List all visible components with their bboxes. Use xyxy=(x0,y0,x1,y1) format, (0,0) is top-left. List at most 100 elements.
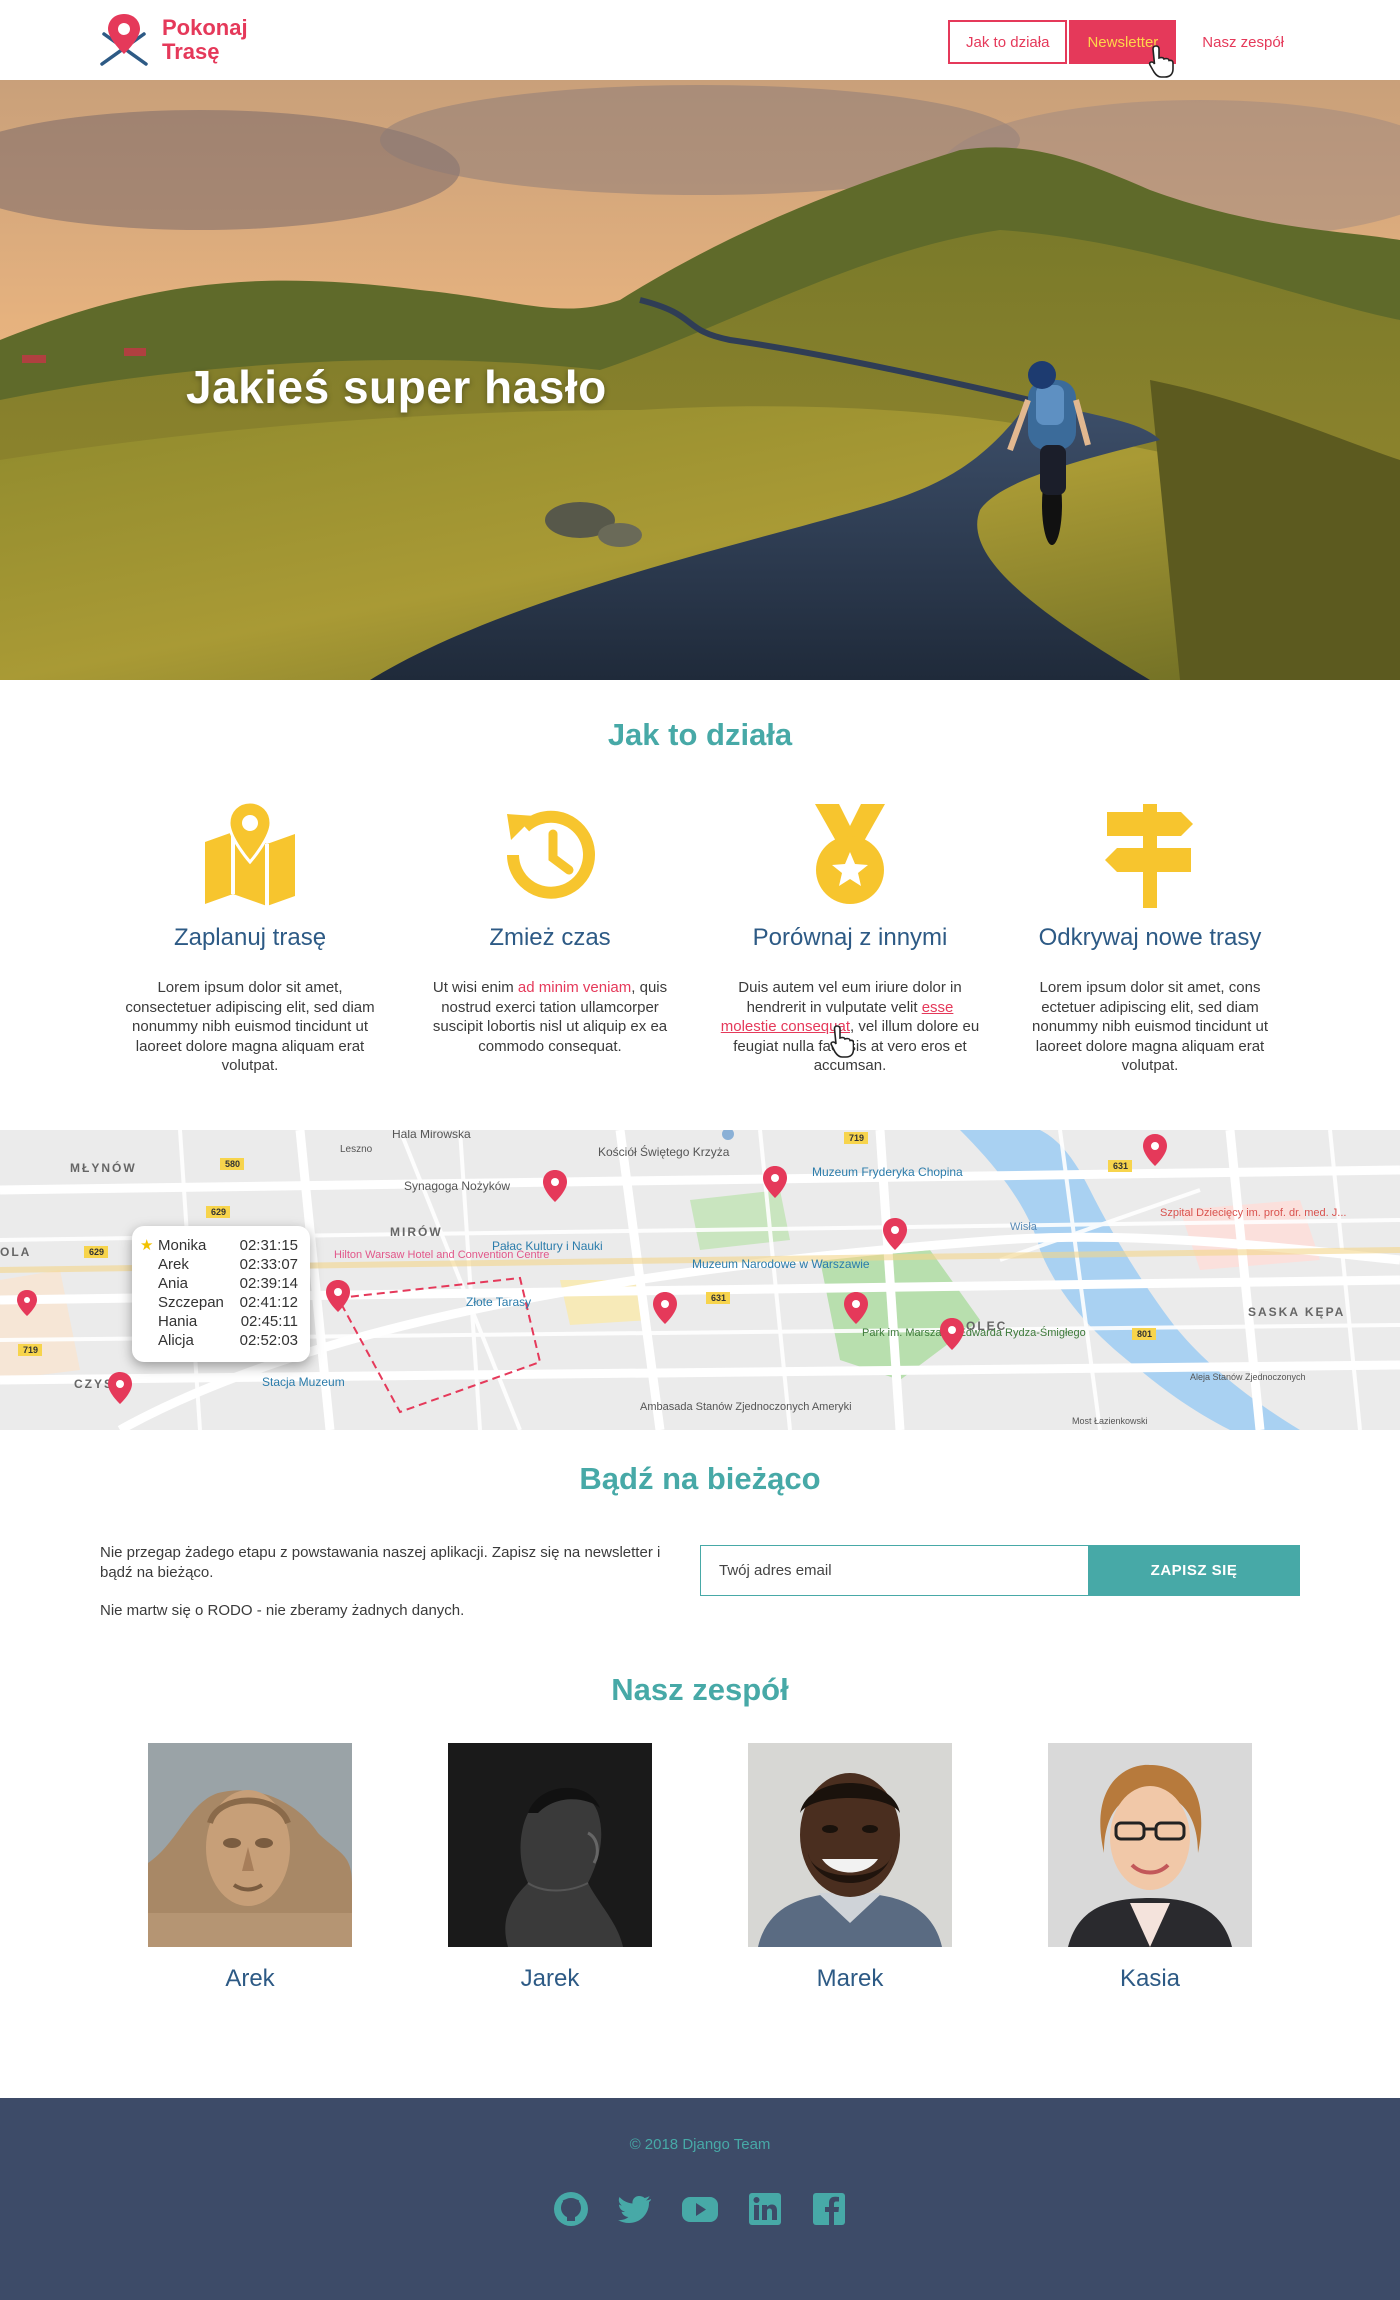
social-links xyxy=(552,2190,848,2230)
nav-how-it-works[interactable]: Jak to działa xyxy=(948,20,1068,64)
leaderboard-name: Ania xyxy=(158,1275,189,1292)
road-shield: 719 xyxy=(23,1345,38,1355)
member-name: Kasia xyxy=(1119,1965,1181,1992)
feature-text-pre: Ut wisi enim xyxy=(432,979,518,996)
leaderboard-row: Hania 02:45:11 xyxy=(140,1312,298,1331)
leaderboard-row: Szczepan 02:41:12 xyxy=(140,1293,298,1312)
logo-line-2: Trasę xyxy=(162,39,220,64)
nav-team[interactable]: Nasz zespół xyxy=(1186,20,1300,64)
logo-pin-icon xyxy=(100,14,148,66)
newsletter-text-2: Nie martw się o RODO - nie zberamy żadny… xyxy=(100,1602,465,1619)
feature-text: Lorem ipsum dolor sit amet, consectetuer… xyxy=(125,979,375,1074)
leaderboard-time: 02:41:12 xyxy=(239,1294,298,1311)
leaderboard-name: Monika xyxy=(158,1237,207,1254)
feature-title: Zmież czas xyxy=(489,924,611,951)
team-member: Marek xyxy=(748,1743,952,1993)
feature-text: Lorem ipsum dolor sit amet, cons ectetue… xyxy=(1032,979,1268,1074)
twitter-icon[interactable] xyxy=(617,2190,655,2228)
road-shield: 629 xyxy=(211,1207,226,1217)
copyright: © 2018 Django Team xyxy=(629,2136,771,2153)
facebook-icon[interactable] xyxy=(810,2190,848,2228)
member-name: Arek xyxy=(225,1965,275,1992)
map-icon xyxy=(205,800,295,906)
leaderboard-name: Szczepan xyxy=(158,1294,224,1311)
road-shield: 631 xyxy=(711,1293,726,1303)
logo-text: Pokonaj Trasę xyxy=(162,16,248,64)
member-name: Marek xyxy=(816,1965,884,1992)
map-label: MŁYNÓW xyxy=(70,1160,137,1175)
newsletter-text-1: Nie przegap żadego etapu z powstawania n… xyxy=(100,1544,661,1581)
leaderboard-time: 02:33:07 xyxy=(239,1256,298,1273)
subscribe-button[interactable]: ZAPISZ SIĘ xyxy=(1088,1545,1300,1596)
feature-text: Ut wisi enim ad minim veniam, quis nostr… xyxy=(418,978,683,1056)
leaderboard-row: ★ Monika 02:31:15 xyxy=(140,1236,298,1255)
site-footer: © 2018 Django Team xyxy=(0,2098,1400,2300)
map-label: SASKA KĘPA xyxy=(1248,1305,1345,1319)
leaderboard-time: 02:31:15 xyxy=(239,1237,298,1254)
map-label: Muzeum Fryderyka Chopina xyxy=(812,1165,963,1179)
map-label: Leszno xyxy=(340,1144,373,1155)
member-name: Jarek xyxy=(520,1965,580,1992)
team-member: Kasia xyxy=(1048,1743,1252,1993)
leaderboard-time: 02:39:14 xyxy=(239,1275,298,1292)
map-label: Kościół Świętego Krzyża xyxy=(598,1144,730,1159)
feature-text-link[interactable]: ad minim veniam xyxy=(518,979,631,996)
how-it-works-title: Jak to działa xyxy=(607,717,793,752)
github-icon[interactable] xyxy=(552,2190,590,2228)
map-label: OLEC xyxy=(966,1319,1007,1333)
feature-discover: Odkrywaj nowe trasy Lorem ipsum dolor si… xyxy=(1000,800,1300,1076)
medal-icon xyxy=(815,804,885,904)
newsletter-title: Bądź na bieżąco xyxy=(579,1461,821,1496)
map-label: Muzeum Narodowe w Warszawie xyxy=(692,1257,870,1271)
logo[interactable]: Pokonaj Trasę xyxy=(98,12,268,68)
hero-title: Jakieś super hasło xyxy=(186,361,607,413)
feature-measure-time: Zmież czas Ut wisi enim ad minim veniam,… xyxy=(400,800,700,1056)
map-label: Złote Tarasy xyxy=(466,1295,531,1309)
road-shield: 631 xyxy=(1113,1161,1128,1171)
map-label: Hala Mirowska xyxy=(392,1130,471,1141)
map-label: Wisła xyxy=(1010,1221,1038,1233)
hero-banner: Jakieś super hasło xyxy=(0,80,1400,680)
road-shield: 719 xyxy=(849,1133,864,1143)
leaderboard-time: 02:45:11 xyxy=(240,1313,298,1330)
hand-cursor-icon xyxy=(1148,45,1174,78)
email-field[interactable] xyxy=(700,1545,1090,1596)
linkedin-icon[interactable] xyxy=(746,2190,784,2228)
youtube-icon[interactable] xyxy=(681,2190,719,2228)
team-member: Jarek xyxy=(448,1743,652,1993)
leaderboard-name: Hania xyxy=(158,1313,198,1330)
feature-plan-route: Zaplanuj trasę Lorem ipsum dolor sit ame… xyxy=(100,800,400,1076)
map-label: Aleja Stanów Zjednoczonych xyxy=(1190,1372,1306,1382)
leaderboard-row: Alicja 02:52:03 xyxy=(140,1331,298,1350)
leaderboard-time: 02:52:03 xyxy=(239,1332,298,1349)
map-label: Synagoga Nożyków xyxy=(404,1179,510,1193)
avatar xyxy=(748,1743,952,1947)
map-label: Most Łazienkowski xyxy=(1072,1416,1148,1426)
map-label: OLA xyxy=(0,1245,31,1259)
map-label: Hilton Warsaw Hotel and Convention Centr… xyxy=(334,1249,549,1261)
map-label: Ambasada Stanów Zjednoczonych Ameryki xyxy=(640,1401,852,1413)
avatar xyxy=(448,1743,652,1947)
leaderboard-row: Ania 02:39:14 xyxy=(140,1274,298,1293)
map-label: Stacja Muzeum xyxy=(262,1375,345,1389)
star-icon: ★ xyxy=(140,1237,154,1254)
leaderboard-row: Arek 02:33:07 xyxy=(140,1255,298,1274)
main-nav: Jak to działa Newsletter Nasz zespół xyxy=(948,20,1300,64)
avatar xyxy=(1048,1743,1252,1947)
feature-title: Odkrywaj nowe trasy xyxy=(1038,924,1262,951)
history-clock-icon xyxy=(507,810,595,899)
road-shield: 629 xyxy=(89,1247,104,1257)
road-shield: 801 xyxy=(1137,1329,1152,1339)
leaderboard-popup: ★ Monika 02:31:15 Arek 02:33:07 Ania 02:39:1… xyxy=(132,1226,310,1362)
feature-title: Zaplanuj trasę xyxy=(173,924,327,951)
road-shield: 580 xyxy=(225,1159,240,1169)
site-header: Pokonaj Trasę Jak to działa Newsletter N… xyxy=(0,0,1400,80)
map-label: Szpital Dziecięcy im. prof. dr. med. J..… xyxy=(1160,1207,1346,1219)
leaderboard-name: Alicja xyxy=(158,1332,194,1349)
team-title: Nasz zespół xyxy=(611,1672,789,1707)
hand-cursor-icon xyxy=(830,1025,854,1058)
avatar xyxy=(148,1743,352,1947)
feature-title: Porównaj z innymi xyxy=(752,924,948,951)
logo-line-1: Pokonaj xyxy=(162,15,248,40)
newsletter-description: Nie przegap żadego etapu z powstawania n… xyxy=(100,1543,670,1640)
